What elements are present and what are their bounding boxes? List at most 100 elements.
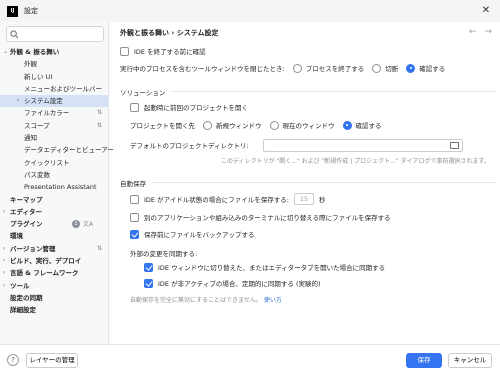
chevron-right-icon[interactable]: › [17, 95, 19, 107]
divider [172, 91, 496, 92]
reopen-project-row[interactable]: 起動時に前回のプロジェクトを開く [130, 102, 248, 112]
chevron-right-icon[interactable]: › [3, 280, 5, 292]
sidebar-item-label: 環境 [10, 232, 23, 241]
sidebar-item-label: ファイルカラー [24, 109, 70, 118]
backup-row[interactable]: 保存前にファイルをバックアップする [130, 229, 255, 239]
sidebar-item[interactable]: 設定の同期 [0, 292, 108, 304]
sidebar-item[interactable]: ファイルカラー ⇅ [0, 107, 108, 119]
switch-save-label: 別のアプリケーションや組み込みのターミナルに切り替える際にファイルを保存する [144, 214, 391, 222]
radio-ask-project[interactable] [342, 120, 352, 130]
sidebar-item[interactable]: › エディター [0, 206, 108, 218]
sidebar-item[interactable]: 通知 [0, 132, 108, 144]
confirm-exit-label: IDE を終了する前に確認 [134, 48, 206, 56]
radio-current-window[interactable] [269, 120, 279, 130]
save-button[interactable]: 保存 [406, 353, 442, 368]
sidebar-item[interactable]: › ビルド、実行、デプロイ [0, 255, 108, 267]
help-icon[interactable]: ? [7, 354, 19, 366]
folder-icon[interactable] [450, 142, 459, 149]
sidebar-item-label: プラグイン [10, 220, 43, 229]
sidebar-item[interactable]: クイックリスト [0, 157, 108, 169]
sidebar-item[interactable]: プラグイン 2 文A [0, 218, 108, 230]
radio-disconnect-label: 切断 [385, 65, 399, 73]
chevron-down-icon[interactable]: ⌄ [3, 46, 8, 58]
sidebar-item-label: バージョン管理 [10, 244, 56, 253]
sidebar-item-label: データエディターとビューアー [24, 146, 114, 155]
manage-layers-button[interactable]: レイヤーの管理 [26, 353, 78, 368]
switch-save-row[interactable]: 別のアプリケーションや組み込みのターミナルに切り替える際にファイルを保存する [130, 212, 391, 222]
radio-ask-project-label: 確認する [355, 122, 382, 130]
autosave-help-link[interactable]: 使い方 [264, 295, 282, 304]
sync-switch-label: IDE ウィンドウに切り替えた、またはエディタータブを開いた場合に同期する [158, 264, 386, 272]
title-bar: IJ 設定 ✕ [0, 0, 500, 22]
sidebar-item-label: キーマップ [10, 195, 43, 204]
sidebar-item[interactable]: データエディターとビューアー [0, 144, 114, 156]
sidebar-item-label: ツール [10, 281, 30, 290]
backup-label: 保存前にファイルをバックアップする [144, 231, 255, 239]
sidebar-item[interactable]: キーマップ [0, 194, 108, 206]
sync-switch-row[interactable]: IDE ウィンドウに切り替えた、またはエディタータブを開いた場合に同期する [144, 262, 385, 272]
sidebar-item[interactable]: Presentation Assistant [0, 181, 108, 193]
autosave-section-label: 自動保存 [120, 180, 146, 188]
cancel-button[interactable]: キャンセル [448, 353, 492, 368]
reopen-project-checkbox[interactable] [130, 102, 139, 112]
settings-search-input[interactable] [21, 30, 101, 38]
radio-ask[interactable] [406, 63, 416, 73]
sidebar-item[interactable]: 外観 [0, 58, 108, 70]
radio-new-window[interactable] [203, 120, 212, 130]
switch-save-checkbox[interactable] [130, 212, 139, 222]
back-arrow-icon[interactable]: ← [469, 27, 477, 37]
sync-periodic-label: IDE が非アクティブの場合、定期的に同期する (実験的) [158, 280, 321, 288]
sync-switch-checkbox[interactable] [144, 262, 153, 272]
sync-icon: ⇅ [96, 109, 102, 117]
confirm-exit-checkbox[interactable] [120, 46, 129, 56]
forward-arrow-icon[interactable]: → [484, 27, 492, 37]
project-section-label: ソリューション [120, 89, 166, 97]
idle-seconds-input[interactable]: 15 [293, 193, 314, 205]
sidebar-item-label: ビルド、実行、デプロイ [10, 257, 82, 266]
chevron-right-icon[interactable]: › [3, 243, 5, 255]
reopen-project-label: 起動時に前回のプロジェクトを開く [144, 104, 248, 112]
backup-checkbox[interactable] [130, 229, 139, 239]
radio-disconnect[interactable] [372, 63, 382, 73]
settings-sidebar: ⌄ 外観 & 振る舞い 外観新しい UI メニューおよびツールバー › システム設定 ファイ… [0, 22, 114, 344]
open-project-row: プロジェクトを開く先 新規ウィンドウ 現在のウィンドウ 確認する [130, 120, 382, 130]
sidebar-item[interactable]: › システム設定 [0, 95, 108, 108]
sidebar-item[interactable]: メニューおよびツールバー [0, 83, 108, 95]
sidebar-item[interactable]: › バージョン管理 ⇅ [0, 243, 108, 255]
idle-save-checkbox[interactable] [130, 194, 139, 204]
radio-terminate[interactable] [292, 63, 302, 73]
sidebar-item-label: 詳細設定 [10, 306, 36, 315]
close-window-button[interactable]: ✕ [480, 5, 492, 17]
idle-save-label: IDE がアイドル状態の場合にファイルを保存する: [144, 196, 289, 204]
sidebar-item[interactable]: › ツール [0, 280, 108, 292]
sidebar-item[interactable]: › 言語 & フレームワーク [0, 267, 108, 279]
sidebar-item[interactable]: ⌄ 外観 & 振る舞い [0, 46, 108, 58]
sidebar-item[interactable]: 環境 [0, 230, 108, 242]
sidebar-item[interactable]: 新しい UI [0, 71, 108, 83]
sidebar-item-label: パス変数 [24, 170, 50, 179]
chevron-right-icon[interactable]: › [3, 255, 5, 267]
sidebar-item-label: Presentation Assistant [24, 183, 97, 192]
sync-icon: ⇅ [96, 121, 102, 129]
sidebar-item[interactable]: パス変数 [0, 169, 108, 181]
sidebar-item-label: 新しい UI [24, 72, 53, 81]
chevron-right-icon[interactable]: › [3, 267, 5, 279]
confirm-exit-row[interactable]: IDE を終了する前に確認 [120, 46, 206, 56]
radio-current-window-label: 現在のウィンドウ [282, 122, 335, 130]
sidebar-item-label: スコープ [24, 121, 50, 130]
sidebar-item[interactable]: 詳細設定 [0, 304, 108, 316]
sync-icon: ⇅ [96, 244, 102, 252]
sidebar-item-label: 通知 [24, 134, 37, 143]
sync-periodic-checkbox[interactable] [144, 278, 153, 288]
default-dir-label-row: デフォルトのプロジェクトディレクトリ: [130, 140, 249, 150]
update-count-badge: 2 [72, 220, 80, 229]
divider [152, 182, 496, 183]
default-dir-input[interactable] [263, 139, 463, 152]
process-close-label: 実行中のプロセスを含むツールウィンドウを閉じたとき: [120, 65, 285, 73]
sync-periodic-row[interactable]: IDE が非アクティブの場合、定期的に同期する (実験的) [144, 278, 321, 288]
settings-search[interactable] [6, 26, 104, 42]
chevron-right-icon[interactable]: › [3, 206, 5, 218]
radio-new-window-label: 新規ウィンドウ [216, 122, 262, 130]
sidebar-item-label: 設定の同期 [10, 293, 43, 302]
sidebar-item[interactable]: スコープ ⇅ [0, 120, 108, 132]
